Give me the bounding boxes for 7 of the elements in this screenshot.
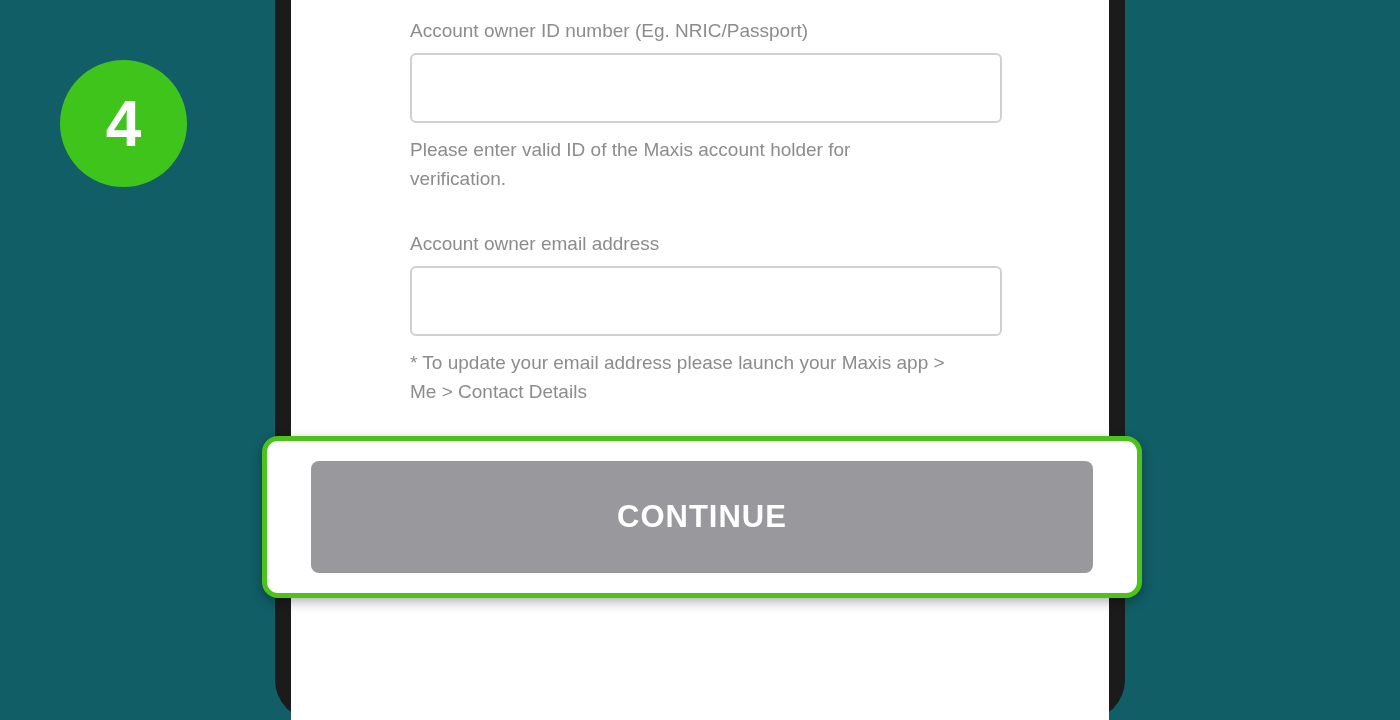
input-field[interactable] [410, 266, 1002, 336]
field-hint: * To update your email address please launch your Maxis app > Me > Contact Details [410, 351, 946, 404]
field-label: Account owner email address [410, 232, 661, 256]
input-field[interactable] [410, 53, 1002, 123]
step-number-badge: 4 [60, 60, 187, 187]
field-hint: Please enter valid ID of the Maxis account holder for verification. [410, 138, 852, 191]
field-label: Account owner ID number (Eg. NRIC/Passport) [410, 19, 810, 43]
